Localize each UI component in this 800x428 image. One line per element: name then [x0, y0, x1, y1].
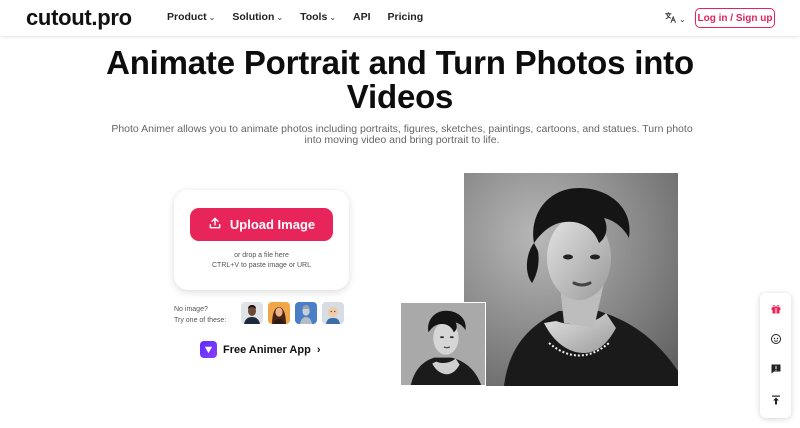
login-signup-button[interactable]: Log in / Sign up	[695, 8, 775, 28]
main-menu: Product ⌄ Solution ⌄ Tools ⌄ API Pricing	[167, 11, 440, 23]
chevron-down-icon: ⌄	[276, 12, 284, 22]
menu-api[interactable]: API	[353, 11, 371, 23]
menu-pricing-label: Pricing	[387, 11, 424, 23]
subtitle-line2: into moving video and bring portrait to …	[304, 134, 500, 146]
back-to-top-icon	[770, 393, 782, 411]
demo-portrait-large	[464, 173, 678, 386]
gift-icon	[770, 302, 782, 320]
feedback-icon	[770, 362, 782, 380]
upload-icon	[208, 216, 222, 233]
chevron-right-icon: ›	[316, 343, 321, 356]
drop-hint: or drop a file here CTRL+V to paste imag…	[174, 251, 349, 270]
language-selector[interactable]: ⌄	[664, 11, 686, 27]
demo-portrait-small	[400, 302, 486, 386]
sample-man[interactable]	[241, 302, 263, 324]
menu-tools-label: Tools	[300, 11, 328, 23]
back-to-top-button[interactable]	[760, 387, 791, 417]
menu-solution-label: Solution	[232, 11, 275, 23]
menu-solution[interactable]: Solution ⌄	[232, 11, 283, 23]
chevron-down-icon: ⌄	[208, 12, 216, 22]
page-subtitle: Photo Animer allows you to animate photo…	[82, 124, 722, 146]
upload-image-button[interactable]: Upload Image	[190, 208, 333, 241]
floating-toolbar	[760, 293, 791, 418]
app-link-label: Free Animer App	[223, 343, 311, 356]
gift-button[interactable]	[760, 296, 791, 326]
page-title-line2: Videos	[346, 78, 454, 115]
menu-api-label: API	[353, 11, 371, 23]
chevron-down-icon: ⌄	[679, 14, 686, 24]
drop-hint-line1: or drop a file here	[234, 252, 289, 259]
sample-thumbnails	[241, 302, 344, 324]
sample-statue[interactable]	[295, 302, 317, 324]
upload-dropzone[interactable]: Upload Image or drop a file here CTRL+V …	[174, 190, 349, 290]
sample-prompt-line2: Try one of these:	[174, 317, 227, 324]
page-title: Animate Portrait and Turn Photos into Vi…	[60, 46, 740, 114]
face-icon	[770, 332, 782, 350]
sample-prompt-line1: No image?	[174, 306, 208, 313]
chevron-down-icon: ⌄	[329, 12, 337, 22]
top-navbar: cutout.pro Product ⌄ Solution ⌄ Tools ⌄ …	[0, 0, 800, 36]
logo[interactable]: cutout.pro	[26, 5, 132, 31]
drop-hint-line2: CTRL+V to paste image or URL	[211, 261, 311, 269]
animer-app-icon	[200, 341, 217, 358]
sample-prompt: No image? Try one of these:	[174, 304, 226, 326]
face-button[interactable]	[760, 326, 791, 356]
sample-baby[interactable]	[322, 302, 344, 324]
upload-button-label: Upload Image	[229, 217, 316, 232]
menu-product[interactable]: Product ⌄	[167, 11, 215, 23]
sample-woman[interactable]	[268, 302, 290, 324]
feedback-button[interactable]	[760, 356, 791, 386]
menu-product-label: Product	[167, 11, 207, 23]
translate-icon	[664, 11, 677, 27]
menu-tools[interactable]: Tools ⌄	[300, 11, 336, 23]
menu-pricing[interactable]: Pricing	[388, 11, 424, 23]
page-title-line1: Animate Portrait and Turn Photos into	[106, 44, 694, 81]
free-animer-app-link[interactable]: Free Animer App ›	[200, 341, 320, 358]
